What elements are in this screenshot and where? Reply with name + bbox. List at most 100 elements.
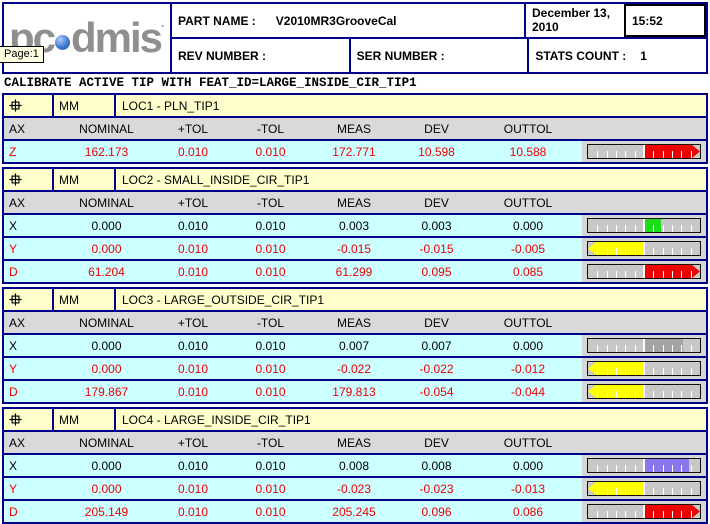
bar-tick: [597, 391, 598, 398]
bar-tick: [672, 248, 673, 255]
bar-tick: [653, 248, 654, 255]
bar-tick: [672, 345, 673, 352]
section-header-row[interactable]: MM LOC1 - PLN_TIP1: [4, 95, 706, 116]
bar-tick: [635, 151, 636, 158]
meas-cell: 0.008: [309, 459, 399, 473]
bar-tick: [616, 368, 617, 375]
logo-text-dmis: dmis: [71, 14, 161, 61]
measurement-row[interactable]: D 61.204 0.010 0.010 61.299 0.095 0.085: [4, 259, 706, 282]
bar-tick: [607, 465, 608, 472]
nominal-cell: 61.204: [59, 265, 154, 279]
minus-tol-cell: 0.010: [232, 219, 309, 233]
column-header-nominal: NOMINAL: [59, 122, 154, 136]
bar-tick: [625, 225, 626, 232]
dev-cell: 0.008: [399, 459, 474, 473]
bar-tick: [607, 511, 608, 518]
bar-tick: [691, 151, 692, 158]
meas-cell: -0.023: [309, 482, 399, 496]
measurement-row[interactable]: X 0.000 0.010 0.010 0.008 0.008 0.000: [4, 453, 706, 476]
minus-tol-cell: 0.010: [232, 482, 309, 496]
ser-number-cell: SER NUMBER :: [351, 39, 530, 72]
bar-tick: [663, 488, 664, 495]
bar-tick: [625, 151, 626, 158]
logo-dot-icon: [55, 35, 70, 50]
minus-tol-cell: 0.010: [232, 505, 309, 519]
measurement-row[interactable]: Z 162.173 0.010 0.010 172.771 10.598 10.…: [4, 139, 706, 162]
tolerance-bar: [587, 338, 701, 353]
column-header-nominal: NOMINAL: [59, 196, 154, 210]
measurement-row[interactable]: X 0.000 0.010 0.010 0.007 0.007 0.000: [4, 333, 706, 356]
bar-center-line: [643, 339, 645, 352]
crosshair-icon: [9, 99, 22, 112]
column-header-meas: MEAS: [309, 436, 399, 450]
units-label: MM: [59, 293, 79, 307]
date-cell: December 13, 2010: [526, 4, 624, 37]
column-header-tol: +TOL: [154, 316, 232, 330]
section-header-row[interactable]: MM LOC2 - SMALL_INSIDE_CIR_TIP1: [4, 169, 706, 190]
bar-tick: [663, 225, 664, 232]
measurement-row[interactable]: Y 0.000 0.010 0.010 -0.022 -0.022 -0.012: [4, 356, 706, 379]
bar-tick: [635, 511, 636, 518]
dimension-section: MM LOC3 - LARGE_OUTSIDE_CIR_TIP1 AXNOMIN…: [2, 287, 708, 404]
measurement-row[interactable]: Y 0.000 0.010 0.010 -0.023 -0.023 -0.013: [4, 476, 706, 499]
bar-tick: [625, 368, 626, 375]
column-header-row: AXNOMINAL+TOL-TOLMEASDEVOUTTOL: [4, 430, 706, 453]
bar-tick: [672, 511, 673, 518]
units-cell: MM: [54, 289, 116, 310]
minus-tol-cell: 0.010: [232, 145, 309, 159]
bar-center-line: [643, 145, 645, 158]
bar-tick: [616, 511, 617, 518]
axis-cell: D: [4, 505, 59, 519]
measurement-row[interactable]: D 179.867 0.010 0.010 179.813 -0.054 -0.…: [4, 379, 706, 402]
deviation-graph-cell: [582, 501, 706, 522]
bar-tick: [616, 345, 617, 352]
bar-tick: [635, 345, 636, 352]
plus-tol-cell: 0.010: [154, 459, 232, 473]
header-row-1: PART NAME : V2010MR3GrooveCal December 1…: [172, 4, 706, 39]
column-header-outtol: OUTTOL: [474, 316, 582, 330]
measurement-row[interactable]: D 205.149 0.010 0.010 205.245 0.096 0.08…: [4, 499, 706, 522]
section-header-row[interactable]: MM LOC4 - LARGE_INSIDE_CIR_TIP1: [4, 409, 706, 430]
section-header-row[interactable]: MM LOC3 - LARGE_OUTSIDE_CIR_TIP1: [4, 289, 706, 310]
meas-cell: 0.003: [309, 219, 399, 233]
axis-cell: X: [4, 459, 59, 473]
bar-tick: [607, 345, 608, 352]
nominal-cell: 0.000: [59, 242, 154, 256]
part-name-value: V2010MR3GrooveCal: [276, 14, 397, 28]
report-date: December 13, 2010: [532, 7, 618, 35]
units-label: MM: [59, 413, 79, 427]
stats-count-value: 1: [640, 49, 647, 63]
dimension-sections: MM LOC1 - PLN_TIP1 AXNOMINAL+TOL-TOLMEAS…: [2, 93, 708, 524]
minus-tol-cell: 0.010: [232, 265, 309, 279]
bar-tick: [681, 368, 682, 375]
bar-tick: [607, 151, 608, 158]
bar-tick: [597, 345, 598, 352]
section-title-cell: LOC2 - SMALL_INSIDE_CIR_TIP1: [116, 169, 706, 190]
header-row-2: REV NUMBER : SER NUMBER : STATS COUNT : …: [172, 39, 706, 72]
tolerance-bar: [587, 504, 701, 519]
bar-tick: [625, 488, 626, 495]
dev-cell: 10.598: [399, 145, 474, 159]
dev-cell: 0.007: [399, 339, 474, 353]
section-title: LOC2 - SMALL_INSIDE_CIR_TIP1: [122, 173, 309, 187]
deviation-graph-cell: [582, 478, 706, 499]
dev-cell: 0.095: [399, 265, 474, 279]
bar-tick: [653, 345, 654, 352]
bar-tick: [663, 511, 664, 518]
ser-number-label: SER NUMBER :: [357, 49, 445, 63]
meas-cell: -0.022: [309, 362, 399, 376]
bar-tick: [672, 488, 673, 495]
bar-tick: [691, 248, 692, 255]
plus-tol-cell: 0.010: [154, 385, 232, 399]
bar-tick: [691, 368, 692, 375]
bar-tick: [597, 488, 598, 495]
bar-tick: [635, 488, 636, 495]
section-rows: X 0.000 0.010 0.010 0.003 0.003 0.000 Y …: [4, 213, 706, 282]
bar-tick: [597, 465, 598, 472]
measurement-row[interactable]: Y 0.000 0.010 0.010 -0.015 -0.015 -0.005: [4, 236, 706, 259]
measurement-row[interactable]: X 0.000 0.010 0.010 0.003 0.003 0.000: [4, 213, 706, 236]
bar-tick: [625, 511, 626, 518]
bar-tick: [681, 271, 682, 278]
stats-count-cell: STATS COUNT : 1: [529, 39, 706, 72]
feature-icon-cell: [4, 289, 54, 310]
